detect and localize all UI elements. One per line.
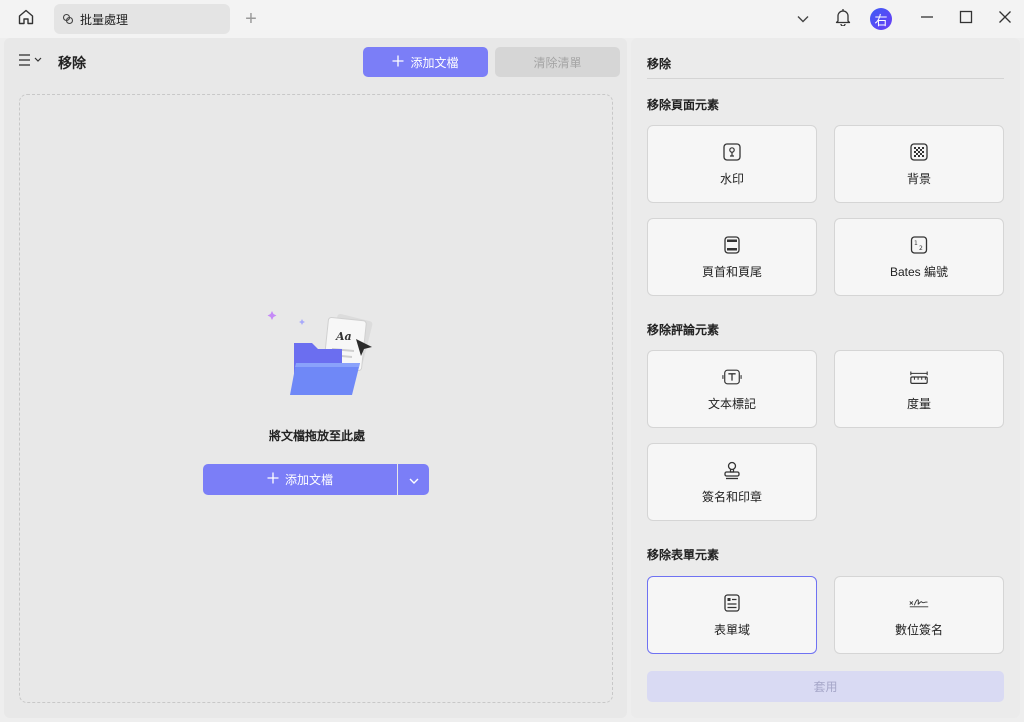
apply-label: 套用 <box>813 680 838 694</box>
folder-illustration: Aa <box>264 305 374 401</box>
add-document-label: 添加文檔 <box>410 55 459 70</box>
batch-icon <box>62 12 76 26</box>
add-document-dropdown-button[interactable] <box>398 464 429 495</box>
minimize-icon <box>920 10 934 29</box>
watermark-icon <box>722 142 742 162</box>
option-label: 表單域 <box>713 622 750 637</box>
notification-button[interactable] <box>832 0 854 38</box>
page-title: 移除 <box>58 55 86 71</box>
option-label: 數位簽名 <box>894 622 943 637</box>
option-text-markup[interactable]: 文本標記 <box>647 350 817 428</box>
tab-label: 批量處理 <box>80 12 129 27</box>
background-icon <box>909 142 929 162</box>
option-header-footer[interactable]: 頁首和頁尾 <box>647 218 817 296</box>
option-label: 簽名和印章 <box>701 489 762 504</box>
option-digital-signature[interactable]: 數位簽名 <box>834 576 1004 654</box>
list-menu-icon <box>18 53 44 72</box>
svg-text:1: 1 <box>914 240 918 247</box>
file-list-pane: 移除 添加文檔 清除清單 Aa 將文檔拖放至此處 添加文檔 <box>4 38 627 718</box>
home-button[interactable] <box>12 6 40 32</box>
avatar: 右 <box>870 8 892 30</box>
divider <box>647 78 1004 79</box>
clear-list-label: 清除清單 <box>533 55 582 70</box>
digital-signature-icon <box>909 593 929 613</box>
measure-icon <box>909 367 929 387</box>
maximize-button[interactable] <box>955 0 977 38</box>
text-markup-icon <box>722 367 742 387</box>
section-title-comment-elements: 移除評論元素 <box>647 323 720 337</box>
option-label: 水印 <box>719 171 744 186</box>
section-title-page-elements: 移除頁面元素 <box>647 98 720 112</box>
option-label: 背景 <box>906 171 931 186</box>
clear-list-button[interactable]: 清除清單 <box>495 47 620 77</box>
form-field-icon <box>722 593 742 613</box>
option-bates-number[interactable]: 12 Bates 編號 <box>834 218 1004 296</box>
view-menu-button[interactable] <box>18 52 46 72</box>
drop-zone[interactable]: Aa 將文檔拖放至此處 添加文檔 <box>19 94 613 703</box>
dropdown-button[interactable] <box>792 0 814 38</box>
stamp-icon <box>722 460 742 480</box>
option-signature-stamp[interactable]: 簽名和印章 <box>647 443 817 521</box>
option-label: 度量 <box>906 396 931 411</box>
chevron-down-icon <box>797 10 809 28</box>
header-footer-icon <box>722 235 742 255</box>
close-icon <box>998 10 1012 29</box>
new-tab-button[interactable]: + <box>240 6 262 32</box>
chevron-down-icon <box>409 471 419 489</box>
plus-icon: + <box>245 7 257 30</box>
maximize-icon <box>959 10 973 29</box>
option-label: Bates 編號 <box>889 264 949 279</box>
option-label: 頁首和頁尾 <box>701 264 762 279</box>
option-background[interactable]: 背景 <box>834 125 1004 203</box>
remove-options-pane: 移除 移除頁面元素 水印 背景 頁首和頁尾 12 Bates 編號 移除評論元素… <box>631 38 1020 718</box>
option-measure[interactable]: 度量 <box>834 350 1004 428</box>
options-title: 移除 <box>647 57 672 71</box>
bates-number-icon: 12 <box>909 235 929 255</box>
plus-icon <box>392 55 404 70</box>
user-avatar-button[interactable]: 右 <box>868 0 894 38</box>
add-document-main-button[interactable]: 添加文檔 <box>203 464 397 495</box>
option-form-field[interactable]: 表單域 <box>647 576 817 654</box>
option-label: 文本標記 <box>707 396 756 411</box>
bell-icon <box>835 8 851 31</box>
add-document-main-label: 添加文檔 <box>284 473 333 487</box>
close-button[interactable] <box>994 0 1016 38</box>
add-document-button[interactable]: 添加文檔 <box>363 47 488 77</box>
option-watermark[interactable]: 水印 <box>647 125 817 203</box>
section-title-form-elements: 移除表單元素 <box>647 548 720 562</box>
apply-button[interactable]: 套用 <box>647 671 1004 702</box>
tab-batch-process[interactable]: 批量處理 <box>54 4 230 34</box>
title-bar: 批量處理 + 右 <box>0 0 1024 38</box>
svg-text:2: 2 <box>919 245 923 252</box>
minimize-button[interactable] <box>916 0 938 38</box>
home-icon <box>17 8 35 31</box>
svg-text:Aa: Aa <box>335 330 352 343</box>
plus-icon <box>267 472 279 487</box>
drop-hint-text: 將文檔拖放至此處 <box>268 429 365 443</box>
